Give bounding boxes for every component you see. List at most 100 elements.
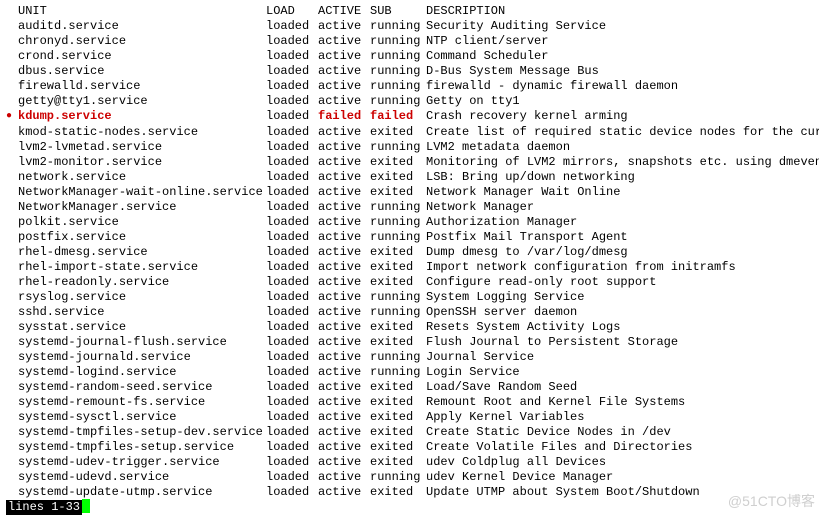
header-active: ACTIVE bbox=[318, 4, 370, 19]
service-row[interactable]: systemd-tmpfiles-setup.serviceloadedacti… bbox=[6, 440, 819, 455]
service-row[interactable]: rsyslog.serviceloadedactiverunningSystem… bbox=[6, 290, 819, 305]
active-state: active bbox=[318, 140, 370, 155]
description: Crash recovery kernel arming bbox=[426, 109, 819, 125]
description: firewalld - dynamic firewall daemon bbox=[426, 79, 819, 94]
unit-name: chronyd.service bbox=[18, 34, 266, 49]
sub-state: running bbox=[370, 215, 426, 230]
header-row: UNIT LOAD ACTIVE SUB DESCRIPTION bbox=[6, 4, 819, 19]
indicator-spacer bbox=[6, 380, 18, 395]
load-state: loaded bbox=[266, 455, 318, 470]
active-state: active bbox=[318, 410, 370, 425]
sub-state: exited bbox=[370, 170, 426, 185]
description: LVM2 metadata daemon bbox=[426, 140, 819, 155]
service-row[interactable]: firewalld.serviceloadedactiverunningfire… bbox=[6, 79, 819, 94]
load-state: loaded bbox=[266, 305, 318, 320]
indicator-spacer bbox=[6, 230, 18, 245]
service-row[interactable]: systemd-remount-fs.serviceloadedactiveex… bbox=[6, 395, 819, 410]
load-state: loaded bbox=[266, 335, 318, 350]
header-unit: UNIT bbox=[18, 4, 266, 19]
service-row[interactable]: systemd-update-utmp.serviceloadedactivee… bbox=[6, 485, 819, 500]
description: Import network configuration from initra… bbox=[426, 260, 819, 275]
service-row[interactable]: sysstat.serviceloadedactiveexitedResets … bbox=[6, 320, 819, 335]
description: Resets System Activity Logs bbox=[426, 320, 819, 335]
service-row[interactable]: dbus.serviceloadedactiverunningD-Bus Sys… bbox=[6, 64, 819, 79]
description: Create Static Device Nodes in /dev bbox=[426, 425, 819, 440]
service-row[interactable]: network.serviceloadedactiveexitedLSB: Br… bbox=[6, 170, 819, 185]
active-state: active bbox=[318, 425, 370, 440]
sub-state: exited bbox=[370, 125, 426, 140]
service-row[interactable]: NetworkManager.serviceloadedactiverunnin… bbox=[6, 200, 819, 215]
service-row[interactable]: NetworkManager-wait-online.serviceloaded… bbox=[6, 185, 819, 200]
sub-state: running bbox=[370, 140, 426, 155]
service-row[interactable]: systemd-udevd.serviceloadedactiverunning… bbox=[6, 470, 819, 485]
load-state: loaded bbox=[266, 275, 318, 290]
load-state: loaded bbox=[266, 470, 318, 485]
load-state: loaded bbox=[266, 34, 318, 49]
service-row[interactable]: auditd.serviceloadedactiverunningSecurit… bbox=[6, 19, 819, 34]
active-state: active bbox=[318, 365, 370, 380]
header-bullet bbox=[6, 4, 18, 19]
sub-state: exited bbox=[370, 335, 426, 350]
service-row[interactable]: sshd.serviceloadedactiverunningOpenSSH s… bbox=[6, 305, 819, 320]
indicator-spacer bbox=[6, 200, 18, 215]
service-row[interactable]: rhel-dmesg.serviceloadedactiveexitedDump… bbox=[6, 245, 819, 260]
active-state: active bbox=[318, 215, 370, 230]
service-row[interactable]: systemd-sysctl.serviceloadedactiveexited… bbox=[6, 410, 819, 425]
service-row[interactable]: kmod-static-nodes.serviceloadedactiveexi… bbox=[6, 125, 819, 140]
description: Authorization Manager bbox=[426, 215, 819, 230]
service-row[interactable]: postfix.serviceloadedactiverunningPostfi… bbox=[6, 230, 819, 245]
load-state: loaded bbox=[266, 140, 318, 155]
service-row[interactable]: lvm2-monitor.serviceloadedactiveexitedMo… bbox=[6, 155, 819, 170]
indicator-spacer bbox=[6, 245, 18, 260]
indicator-spacer bbox=[6, 155, 18, 170]
description: Getty on tty1 bbox=[426, 94, 819, 109]
unit-name: systemd-random-seed.service bbox=[18, 380, 266, 395]
unit-name: systemd-remount-fs.service bbox=[18, 395, 266, 410]
service-row[interactable]: systemd-random-seed.serviceloadedactivee… bbox=[6, 380, 819, 395]
service-row[interactable]: rhel-import-state.serviceloadedactiveexi… bbox=[6, 260, 819, 275]
active-state: active bbox=[318, 305, 370, 320]
service-row[interactable]: kdump.serviceloadedfailedfailedCrash rec… bbox=[6, 109, 819, 125]
unit-name: lvm2-lvmetad.service bbox=[18, 140, 266, 155]
sub-state: running bbox=[370, 94, 426, 109]
unit-name: systemd-journald.service bbox=[18, 350, 266, 365]
sub-state: running bbox=[370, 34, 426, 49]
active-state: active bbox=[318, 260, 370, 275]
description: Security Auditing Service bbox=[426, 19, 819, 34]
load-state: loaded bbox=[266, 260, 318, 275]
terminal-output[interactable]: UNIT LOAD ACTIVE SUB DESCRIPTION auditd.… bbox=[0, 0, 825, 519]
unit-name: rsyslog.service bbox=[18, 290, 266, 305]
service-row[interactable]: lvm2-lvmetad.serviceloadedactiverunningL… bbox=[6, 140, 819, 155]
indicator-spacer bbox=[6, 275, 18, 290]
active-state: active bbox=[318, 170, 370, 185]
service-row[interactable]: systemd-journal-flush.serviceloadedactiv… bbox=[6, 335, 819, 350]
active-state: active bbox=[318, 275, 370, 290]
service-row[interactable]: systemd-udev-trigger.serviceloadedactive… bbox=[6, 455, 819, 470]
unit-name: systemd-tmpfiles-setup.service bbox=[18, 440, 266, 455]
active-state: active bbox=[318, 395, 370, 410]
sub-state: running bbox=[370, 49, 426, 64]
load-state: loaded bbox=[266, 64, 318, 79]
description: Apply Kernel Variables bbox=[426, 410, 819, 425]
service-row[interactable]: polkit.serviceloadedactiverunningAuthori… bbox=[6, 215, 819, 230]
service-row[interactable]: crond.serviceloadedactiverunningCommand … bbox=[6, 49, 819, 64]
service-row[interactable]: getty@tty1.serviceloadedactiverunningGet… bbox=[6, 94, 819, 109]
description: D-Bus System Message Bus bbox=[426, 64, 819, 79]
service-row[interactable]: systemd-tmpfiles-setup-dev.serviceloaded… bbox=[6, 425, 819, 440]
unit-name: auditd.service bbox=[18, 19, 266, 34]
indicator-spacer bbox=[6, 425, 18, 440]
service-row[interactable]: rhel-readonly.serviceloadedactiveexitedC… bbox=[6, 275, 819, 290]
active-state: active bbox=[318, 79, 370, 94]
unit-name: getty@tty1.service bbox=[18, 94, 266, 109]
unit-name: rhel-import-state.service bbox=[18, 260, 266, 275]
service-row[interactable]: systemd-journald.serviceloadedactiverunn… bbox=[6, 350, 819, 365]
load-state: loaded bbox=[266, 155, 318, 170]
service-row[interactable]: chronyd.serviceloadedactiverunningNTP cl… bbox=[6, 34, 819, 49]
header-description: DESCRIPTION bbox=[426, 4, 819, 19]
indicator-spacer bbox=[6, 64, 18, 79]
load-state: loaded bbox=[266, 425, 318, 440]
sub-state: exited bbox=[370, 320, 426, 335]
load-state: loaded bbox=[266, 185, 318, 200]
service-row[interactable]: systemd-logind.serviceloadedactiverunnin… bbox=[6, 365, 819, 380]
active-state: active bbox=[318, 94, 370, 109]
